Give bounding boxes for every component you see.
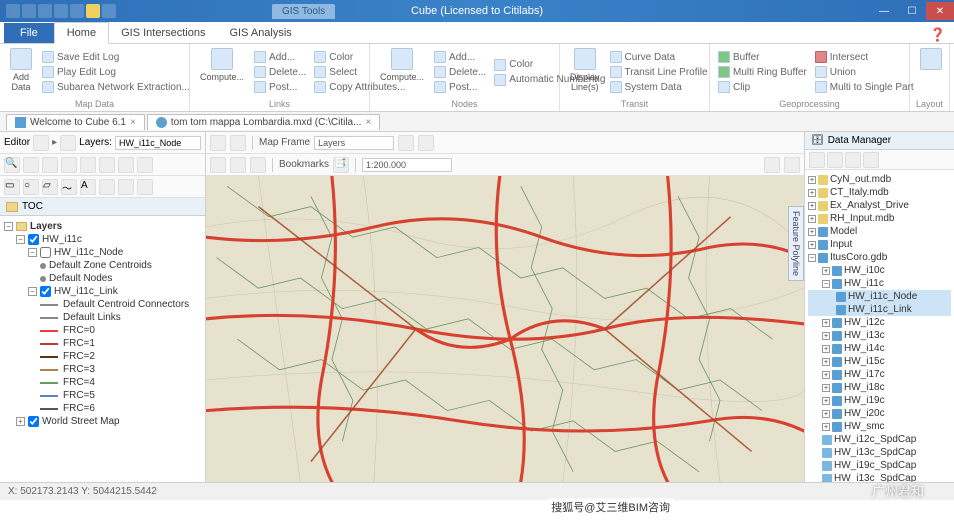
- toc-header[interactable]: TOC: [0, 198, 205, 216]
- data-manager-header[interactable]: 🗄Data Manager: [805, 132, 954, 150]
- group-label-geo: Geoprocessing: [716, 98, 903, 109]
- pan-tool-icon[interactable]: [23, 157, 39, 173]
- file-tab[interactable]: File: [4, 23, 54, 43]
- compute-button[interactable]: Compute...: [196, 46, 248, 98]
- map-panel: Map Frame Layers Bookmarks 📑 1:200.000: [206, 132, 804, 482]
- display-lines-button[interactable]: Display Line(s): [566, 46, 604, 98]
- mapframe-select[interactable]: Layers: [314, 136, 394, 150]
- watermark-sohu: 搜狐号@艾三维BIM咨询: [547, 498, 674, 516]
- save-edit-log-button[interactable]: Save Edit Log: [40, 50, 192, 64]
- tab-gis-intersections[interactable]: GIS Intersections: [109, 23, 217, 43]
- add-data-button[interactable]: Add Data: [6, 46, 36, 98]
- group-label-mapdata: Map Data: [6, 98, 183, 109]
- layer-select[interactable]: HW_i11c_Node: [115, 136, 201, 150]
- intersect-button[interactable]: Intersect: [813, 50, 916, 64]
- maximize-button[interactable]: ☐: [898, 2, 926, 20]
- coords-display: X: 502173.2143 Y: 5044215.5442: [8, 486, 157, 497]
- multi-single-button[interactable]: Multi to Single Part: [813, 80, 916, 94]
- group-label-layout: Layout: [916, 98, 943, 109]
- group-label-nodes: Nodes: [376, 98, 553, 109]
- close-tab-icon[interactable]: ×: [130, 117, 136, 128]
- zoom-tool-icon[interactable]: 🔍: [4, 157, 20, 173]
- doc-tab-mxd[interactable]: tom tom mappa Lombardia.mxd (C:\Citila..…: [147, 114, 380, 130]
- play-edit-log-button[interactable]: Play Edit Log: [40, 65, 192, 79]
- nodes-add-button[interactable]: Add...: [432, 50, 488, 64]
- folder-icon: [16, 222, 27, 231]
- nodes-delete-button[interactable]: Delete...: [432, 65, 488, 79]
- layer-checkbox[interactable]: [40, 286, 51, 297]
- ribbon: Add Data Save Edit Log Play Edit Log Sub…: [0, 44, 954, 112]
- map-toolbar-2: Bookmarks 📑 1:200.000: [206, 154, 804, 176]
- toc-panel: Editor ▸ Layers: HW_i11c_Node 🔍 ▭○ ▱～ A …: [0, 132, 206, 482]
- folder-icon: [6, 202, 18, 212]
- map-toolbar-1: Map Frame Layers: [206, 132, 804, 154]
- clip-button[interactable]: Clip: [716, 80, 809, 94]
- cube-icon: [15, 117, 26, 128]
- editor-tool-icon[interactable]: [60, 135, 76, 151]
- nodes-post-button[interactable]: Post...: [432, 80, 488, 94]
- workspace: Editor ▸ Layers: HW_i11c_Node 🔍 ▭○ ▱～ A …: [0, 132, 954, 482]
- draw-toolbar: 🔍: [0, 154, 205, 176]
- shape-toolbar: ▭○ ▱～ A: [0, 176, 205, 198]
- bookmarks-button[interactable]: Bookmarks: [279, 159, 329, 170]
- nodes-compute-button[interactable]: Compute...: [376, 46, 428, 98]
- layer-checkbox[interactable]: [28, 416, 39, 427]
- window-title: Cube (Licensed to Citilabs): [411, 5, 543, 17]
- close-button[interactable]: ✕: [926, 2, 954, 20]
- bookmark-icon[interactable]: 📑: [333, 157, 349, 173]
- union-button[interactable]: Union: [813, 65, 916, 79]
- editor-toolbar: Editor ▸ Layers: HW_i11c_Node: [0, 132, 205, 154]
- tab-home[interactable]: Home: [54, 22, 109, 44]
- layout-button[interactable]: [916, 46, 946, 98]
- layer-checkbox[interactable]: [40, 247, 51, 258]
- map-canvas[interactable]: Feature Polyline: [206, 176, 804, 482]
- mapframe-label: Map Frame: [259, 137, 310, 148]
- links-add-button[interactable]: Add...: [252, 50, 308, 64]
- doc-tab-welcome[interactable]: Welcome to Cube 6.1×: [6, 114, 145, 130]
- group-label-links: Links: [196, 98, 363, 109]
- ribbon-tabs: File Home GIS Intersections GIS Analysis…: [0, 22, 954, 44]
- data-manager-tree[interactable]: +CyN_out.mdb+CT_Italy.mdb+Ex_Analyst_Dri…: [805, 170, 954, 482]
- editor-label: Editor: [4, 137, 30, 148]
- layers-label: Layers:: [79, 137, 112, 148]
- data-manager-toolbar: [805, 150, 954, 170]
- links-delete-button[interactable]: Delete...: [252, 65, 308, 79]
- system-data-button[interactable]: System Data: [608, 80, 710, 94]
- quick-access-toolbar[interactable]: [0, 4, 122, 18]
- subarea-button[interactable]: Subarea Network Extraction...: [40, 80, 192, 94]
- transit-profile-button[interactable]: Transit Line Profile: [608, 65, 710, 79]
- title-bar: GIS Tools Cube (Licensed to Citilabs) — …: [0, 0, 954, 22]
- help-icon[interactable]: ❓: [930, 27, 946, 43]
- database-icon: 🗄: [811, 135, 824, 146]
- buffer-button[interactable]: Buffer: [716, 50, 809, 64]
- globe-icon: [156, 117, 167, 128]
- curve-data-button[interactable]: Curve Data: [608, 50, 710, 64]
- multiring-button[interactable]: Multi Ring Buffer: [716, 65, 809, 79]
- status-bar: X: 502173.2143 Y: 5044215.5442: [0, 482, 954, 500]
- contextual-tab-gis[interactable]: GIS Tools: [272, 4, 335, 19]
- group-label-transit: Transit: [566, 98, 703, 109]
- scale-select[interactable]: 1:200.000: [362, 158, 452, 172]
- editor-tool-icon[interactable]: [33, 135, 49, 151]
- toc-tree[interactable]: −Layers −HW_i11c −HW_i11c_Node Default Z…: [0, 216, 205, 482]
- minimize-button[interactable]: —: [870, 2, 898, 20]
- layer-checkbox[interactable]: [28, 234, 39, 245]
- links-post-button[interactable]: Post...: [252, 80, 308, 94]
- feature-polyline-tab[interactable]: Feature Polyline: [788, 206, 804, 281]
- tab-gis-analysis[interactable]: GIS Analysis: [217, 23, 303, 43]
- close-tab-icon[interactable]: ×: [365, 117, 371, 128]
- document-tabs: Welcome to Cube 6.1× tom tom mappa Lomba…: [0, 112, 954, 132]
- data-manager-panel: 🗄Data Manager +CyN_out.mdb+CT_Italy.mdb+…: [804, 132, 954, 482]
